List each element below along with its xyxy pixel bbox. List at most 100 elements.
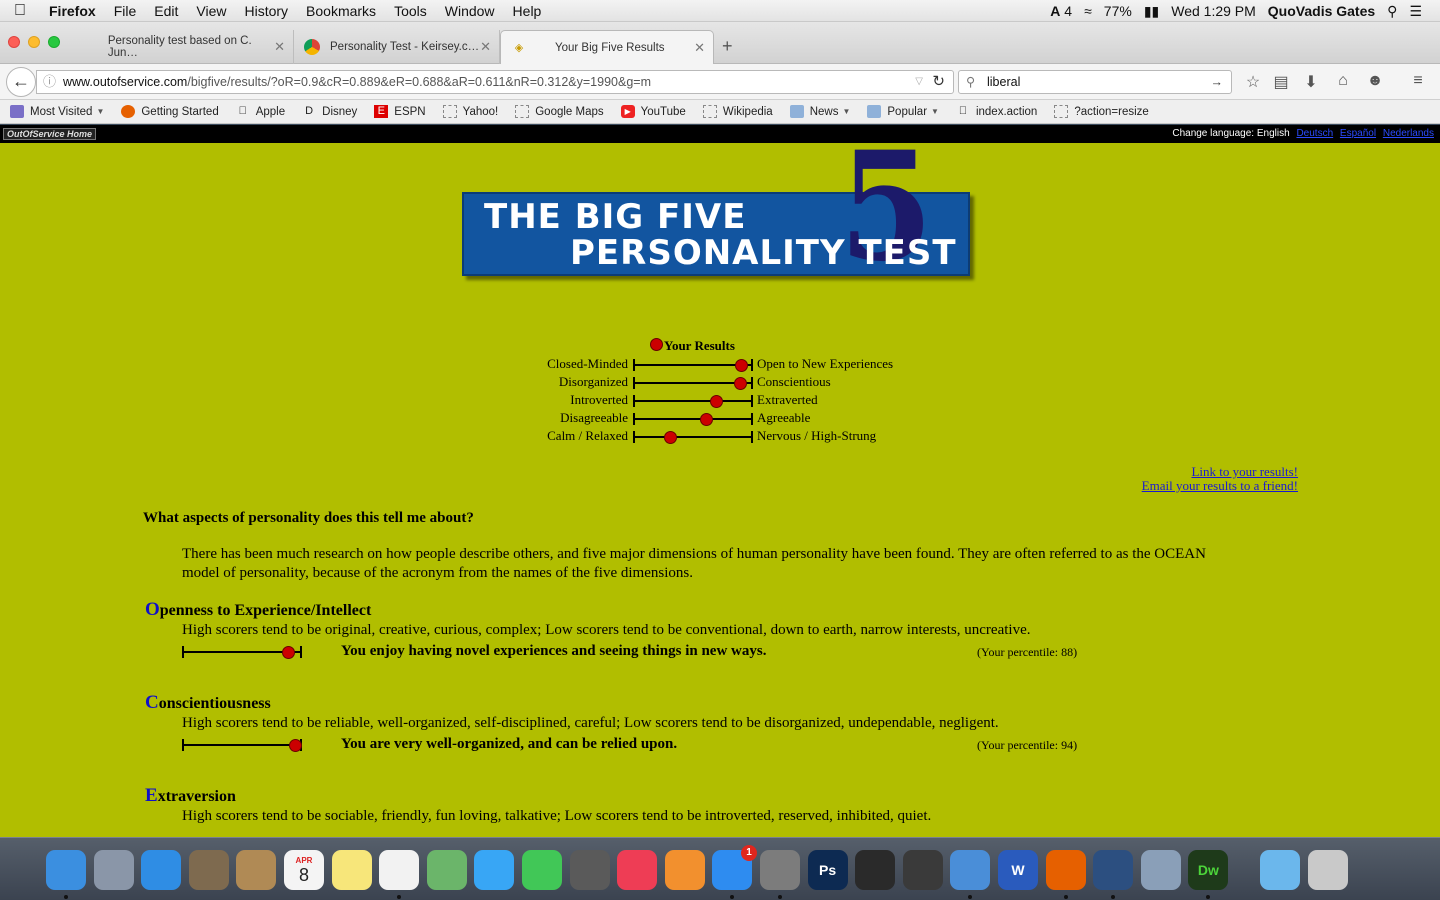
bookmark-youtube[interactable]: ▶ YouTube <box>620 105 686 118</box>
notes-dock-icon[interactable] <box>331 850 372 890</box>
menu-history[interactable]: History <box>235 0 297 22</box>
tab-personality-jung[interactable]: Personality test based on C. Jun… ✕ <box>72 30 294 64</box>
maps-dock-icon[interactable] <box>426 850 467 890</box>
close-tab-icon[interactable]: ✕ <box>694 40 705 56</box>
zoom-window-button[interactable] <box>48 36 60 48</box>
dock-icon-label: W <box>1011 862 1025 878</box>
search-go-icon[interactable]: → <box>1211 71 1224 93</box>
hello-chat-icon[interactable]: ☻ <box>1364 72 1386 90</box>
ibooks-dock-icon[interactable] <box>664 850 705 890</box>
itunes-dock-icon[interactable] <box>617 850 658 890</box>
menu-window[interactable]: Window <box>436 0 504 22</box>
bookmark-wikipedia[interactable]: Wikipedia <box>702 105 773 118</box>
downloads-dock-icon[interactable] <box>1260 850 1300 890</box>
menu-file[interactable]: File <box>105 0 146 22</box>
bookmark-most-visited[interactable]: Most Visited ▼ <box>10 105 104 118</box>
hamburger-menu-icon[interactable]: ≡ <box>1407 72 1429 90</box>
close-window-button[interactable] <box>8 36 20 48</box>
spotlight-icon[interactable]: ⚲ <box>1387 0 1397 22</box>
mail-dock-icon[interactable] <box>188 850 229 890</box>
page-icon <box>515 105 530 118</box>
reminders-dock-icon[interactable] <box>379 850 420 890</box>
menu-tools[interactable]: Tools <box>385 0 436 22</box>
calendar-dock-icon[interactable]: APR 8 <box>284 850 324 890</box>
bookmark-star-icon[interactable]: ☆ <box>1242 72 1264 92</box>
trash-dock-icon[interactable] <box>1307 850 1348 890</box>
acrobat-dock-icon[interactable] <box>902 850 943 890</box>
search-input[interactable]: ⚲ liberal → <box>958 70 1232 94</box>
dimension-title-rest: onscientiousness <box>158 695 271 712</box>
apple-menu-icon[interactable]:  <box>0 2 40 20</box>
bookmark-getting-started[interactable]: Getting Started <box>121 105 219 118</box>
home-icon[interactable]: ⌂ <box>1332 72 1354 90</box>
menu-firefox[interactable]: Firefox <box>40 0 105 22</box>
bookmark-apple[interactable]:  Apple <box>236 105 286 118</box>
menu-help[interactable]: Help <box>504 0 551 22</box>
results-title: Your Results <box>650 338 735 354</box>
site-info-icon[interactable]: ⓘ <box>43 71 56 93</box>
slider-marker <box>735 359 748 372</box>
dimension-slider <box>182 646 302 659</box>
site-home-button[interactable]: OutOfService Home <box>3 128 97 140</box>
bookmark-disney[interactable]: D Disney <box>302 105 357 118</box>
safari-dock-icon[interactable] <box>141 850 182 890</box>
notification-center-icon[interactable]: ☰ <box>1409 0 1422 22</box>
close-tab-icon[interactable]: ✕ <box>480 39 491 55</box>
email-results-link[interactable]: Email your results to a friend! <box>1142 479 1298 493</box>
url-bar[interactable]: ⓘ www.outofservice.com/bigfive/results/?… <box>36 70 954 94</box>
lang-link-espanol[interactable]: Español <box>1340 128 1376 139</box>
menu-bookmarks[interactable]: Bookmarks <box>297 0 385 22</box>
close-tab-icon[interactable]: ✕ <box>274 39 285 55</box>
bookmark-popular[interactable]: Popular ▼ <box>867 105 939 118</box>
messages-dock-icon[interactable] <box>474 850 515 890</box>
back-button[interactable]: ← <box>6 67 36 97</box>
firefox-dock-icon[interactable] <box>1045 850 1086 890</box>
lang-link-deutsch[interactable]: Deutsch <box>1296 128 1333 139</box>
dreamweaver-dock-icon[interactable]: Dw <box>1188 850 1229 890</box>
dimension-title: Extraversion <box>145 785 1145 807</box>
menu-edit[interactable]: Edit <box>145 0 187 22</box>
word-dock-icon[interactable]: W <box>998 850 1038 890</box>
reload-icon[interactable]: ↻ <box>932 71 945 93</box>
clock[interactable]: Wed 1:29 PM <box>1171 0 1256 22</box>
preview-dock-icon[interactable] <box>1140 850 1181 890</box>
bookmark-google-maps[interactable]: Google Maps <box>515 105 604 118</box>
xcode-dock-icon[interactable] <box>950 850 991 890</box>
minimize-window-button[interactable] <box>28 36 40 48</box>
bookmark-espn[interactable]: E ESPN <box>374 105 426 118</box>
battery-icon[interactable]: ▮▮ <box>1144 0 1159 22</box>
launchpad-dock-icon[interactable] <box>93 850 134 890</box>
dimension-section: Openness to Experience/Intellect High sco… <box>145 599 1145 659</box>
quicktime-dock-icon[interactable] <box>1093 850 1134 890</box>
tab-bar: Personality test based on C. Jun… ✕ Pers… <box>0 22 1440 64</box>
tab-keirsey[interactable]: Personality Test - Keirsey.c… ✕ <box>294 30 500 64</box>
facetime-dock-icon[interactable] <box>522 850 562 890</box>
photo-booth-dock-icon[interactable] <box>569 850 610 890</box>
bookmark-action-resize[interactable]: ?action=resize <box>1054 105 1149 118</box>
bookmark-label: ESPN <box>394 105 426 118</box>
url-dropdown-icon[interactable]: ▽ <box>915 71 923 93</box>
user-name[interactable]: QuoVadis Gates <box>1268 0 1375 22</box>
slider-cap-left <box>182 739 184 751</box>
download-icon[interactable]: ⬇ <box>1300 72 1322 92</box>
menu-view[interactable]: View <box>187 0 235 22</box>
contacts-dock-icon[interactable] <box>236 850 277 890</box>
finder-dock-icon[interactable] <box>46 850 86 890</box>
reading-list-icon[interactable]: ▤ <box>1270 72 1292 92</box>
link-to-results[interactable]: Link to your results! <box>1142 465 1298 479</box>
system-preferences-dock-icon[interactable] <box>760 850 800 890</box>
final-cut-pro-dock-icon[interactable] <box>855 850 896 890</box>
bookmark-index-action[interactable]:  index.action <box>956 105 1038 118</box>
adobe-status-icon[interactable]: A 4 <box>1050 0 1072 22</box>
bookmark-news[interactable]: News ▼ <box>789 105 850 118</box>
wifi-icon[interactable]: ≈ <box>1084 0 1092 22</box>
photoshop-dock-icon[interactable]: Ps <box>807 850 848 890</box>
bookmark-yahoo[interactable]: Yahoo! <box>442 105 498 118</box>
tab-big-five-results[interactable]: ◈ Your Big Five Results ✕ <box>500 30 714 64</box>
espn-icon: E <box>374 105 389 118</box>
tab-title: Personality test based on C. Jun… <box>107 35 252 59</box>
lang-link-nederlands[interactable]: Nederlands <box>1383 128 1434 139</box>
bookmark-label: Getting Started <box>141 105 219 118</box>
new-tab-button[interactable]: + <box>722 36 733 57</box>
folder-icon <box>789 105 804 118</box>
